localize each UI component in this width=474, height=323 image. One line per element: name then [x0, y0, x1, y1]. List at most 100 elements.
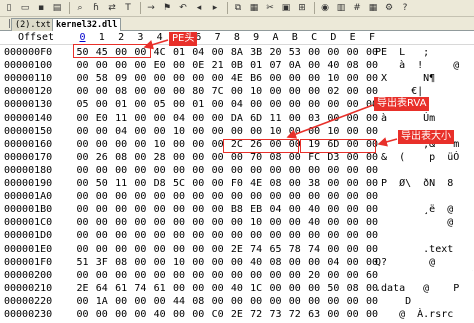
hex-byte[interactable]: 00	[150, 229, 170, 243]
hex-byte[interactable]: 10	[169, 125, 189, 139]
hex-byte[interactable]: 00	[246, 125, 266, 139]
hex-byte[interactable]: 00	[323, 190, 343, 204]
hex-byte[interactable]: 00	[188, 190, 208, 204]
hex-byte[interactable]: 00	[188, 308, 208, 322]
hex-byte[interactable]: 00	[169, 203, 189, 217]
hex-byte[interactable]: 00	[227, 190, 247, 204]
hex-byte[interactable]: 00	[111, 295, 131, 309]
hex-byte[interactable]: 02	[323, 85, 343, 99]
cut-icon[interactable]: ✂	[263, 2, 277, 15]
hex-byte[interactable]: 00	[304, 190, 324, 204]
hex-byte[interactable]: 00	[285, 256, 305, 270]
hex-byte[interactable]: 6D	[323, 138, 343, 152]
hex-byte[interactable]: 00	[343, 216, 363, 230]
hex-byte[interactable]: C0	[208, 308, 228, 322]
hex-byte[interactable]: 00	[130, 177, 150, 191]
hex-byte[interactable]: 00	[169, 243, 189, 257]
hex-byte[interactable]: 00	[169, 269, 189, 283]
hex-byte[interactable]: 04	[111, 125, 131, 139]
hex-byte[interactable]: 20	[304, 269, 324, 283]
hex-byte[interactable]: 00	[150, 243, 170, 257]
hex-byte[interactable]: 00	[343, 177, 363, 191]
hex-byte[interactable]: 00	[343, 125, 363, 139]
hex-byte[interactable]: 00	[92, 190, 112, 204]
hex-byte[interactable]: 00	[150, 256, 170, 270]
hex-byte[interactable]: B6	[246, 72, 266, 86]
hex-byte[interactable]: 51	[73, 256, 93, 270]
hex-byte[interactable]: 00	[208, 138, 228, 152]
hex-byte[interactable]: 00	[169, 85, 189, 99]
ascii-text[interactable]: .data @ P	[375, 282, 473, 296]
hex-byte[interactable]: 00	[130, 85, 150, 99]
hex-byte[interactable]: 00	[304, 98, 324, 112]
hex-byte[interactable]: 00	[111, 269, 131, 283]
hex-byte[interactable]: 00	[285, 85, 305, 99]
hex-byte[interactable]: 53	[285, 46, 305, 60]
hex-byte[interactable]: 0E	[188, 59, 208, 73]
print-icon[interactable]: ▤	[50, 2, 64, 15]
hex-byte[interactable]: 08	[343, 282, 363, 296]
disk-icon[interactable]: ◉	[318, 2, 332, 15]
hex-byte[interactable]: E0	[92, 112, 112, 126]
hex-byte[interactable]: 00	[227, 216, 247, 230]
hex-byte[interactable]: 00	[208, 151, 228, 165]
hex-byte[interactable]: 50	[73, 46, 93, 60]
hex-byte[interactable]: 00	[285, 269, 305, 283]
hex-byte[interactable]: 00	[227, 295, 247, 309]
hex-byte[interactable]: 04	[169, 112, 189, 126]
hex-byte[interactable]: 00	[227, 151, 247, 165]
hex-byte[interactable]: 00	[188, 72, 208, 86]
hex-byte[interactable]: 00	[188, 229, 208, 243]
hex-byte[interactable]: 00	[130, 216, 150, 230]
hex-byte[interactable]: 00	[246, 190, 266, 204]
hex-byte[interactable]: 00	[304, 164, 324, 178]
hex-byte[interactable]: 00	[343, 203, 363, 217]
hex-byte[interactable]: 00	[285, 138, 305, 152]
ascii-text[interactable]	[375, 229, 473, 243]
hex-byte[interactable]: 01	[188, 98, 208, 112]
ascii-text[interactable]	[375, 190, 473, 204]
hex-byte[interactable]: 00	[343, 229, 363, 243]
hex-byte[interactable]: 00	[150, 85, 170, 99]
hex-byte[interactable]: 00	[266, 295, 286, 309]
hex-byte[interactable]: 20	[266, 46, 286, 60]
hex-byte[interactable]: 00	[246, 295, 266, 309]
hex-byte[interactable]: 00	[304, 85, 324, 99]
hex-byte[interactable]: 00	[130, 269, 150, 283]
hex-byte[interactable]: 2E	[227, 243, 247, 257]
hex-byte[interactable]: 50	[323, 282, 343, 296]
hex-byte[interactable]: 00	[343, 85, 363, 99]
hex-byte[interactable]: 08	[188, 295, 208, 309]
hex-byte[interactable]: 00	[323, 229, 343, 243]
hex-byte[interactable]: 61	[111, 282, 131, 296]
ascii-text[interactable]: Q? @	[375, 256, 473, 270]
hex-byte[interactable]: 08	[266, 177, 286, 191]
hex-byte[interactable]: 00	[208, 190, 228, 204]
hex-byte[interactable]: 74	[246, 243, 266, 257]
hex-byte[interactable]: 64	[92, 282, 112, 296]
hex-byte[interactable]: 00	[304, 256, 324, 270]
save-icon[interactable]: ▪	[34, 2, 48, 15]
hex-byte[interactable]: 05	[73, 98, 93, 112]
close-tab-icon[interactable]	[0, 19, 10, 28]
tab-kernel32-dll[interactable]: kernel32.dll	[52, 18, 122, 32]
hex-byte[interactable]: 00	[323, 243, 343, 257]
ascii-text[interactable]: à Úm	[375, 112, 473, 126]
hex-byte[interactable]: 2C	[227, 138, 247, 152]
hex-byte[interactable]: 10	[169, 256, 189, 270]
hex-byte[interactable]: 00	[227, 85, 247, 99]
ascii-text[interactable]: @	[375, 216, 473, 230]
hex-byte[interactable]: 05	[150, 98, 170, 112]
hex-byte[interactable]: 00	[73, 203, 93, 217]
hex-byte[interactable]: 00	[343, 269, 363, 283]
hex-byte[interactable]: 00	[169, 151, 189, 165]
hex-byte[interactable]: 00	[188, 151, 208, 165]
hex-byte[interactable]: 00	[304, 282, 324, 296]
hex-byte[interactable]: 00	[73, 177, 93, 191]
hex-byte[interactable]: 5C	[169, 177, 189, 191]
hex-byte[interactable]: 00	[343, 295, 363, 309]
options-icon[interactable]: ⚙	[382, 2, 396, 15]
hex-byte[interactable]: E0	[150, 59, 170, 73]
hex-byte[interactable]: 00	[343, 138, 363, 152]
hex-byte[interactable]: DA	[227, 112, 247, 126]
